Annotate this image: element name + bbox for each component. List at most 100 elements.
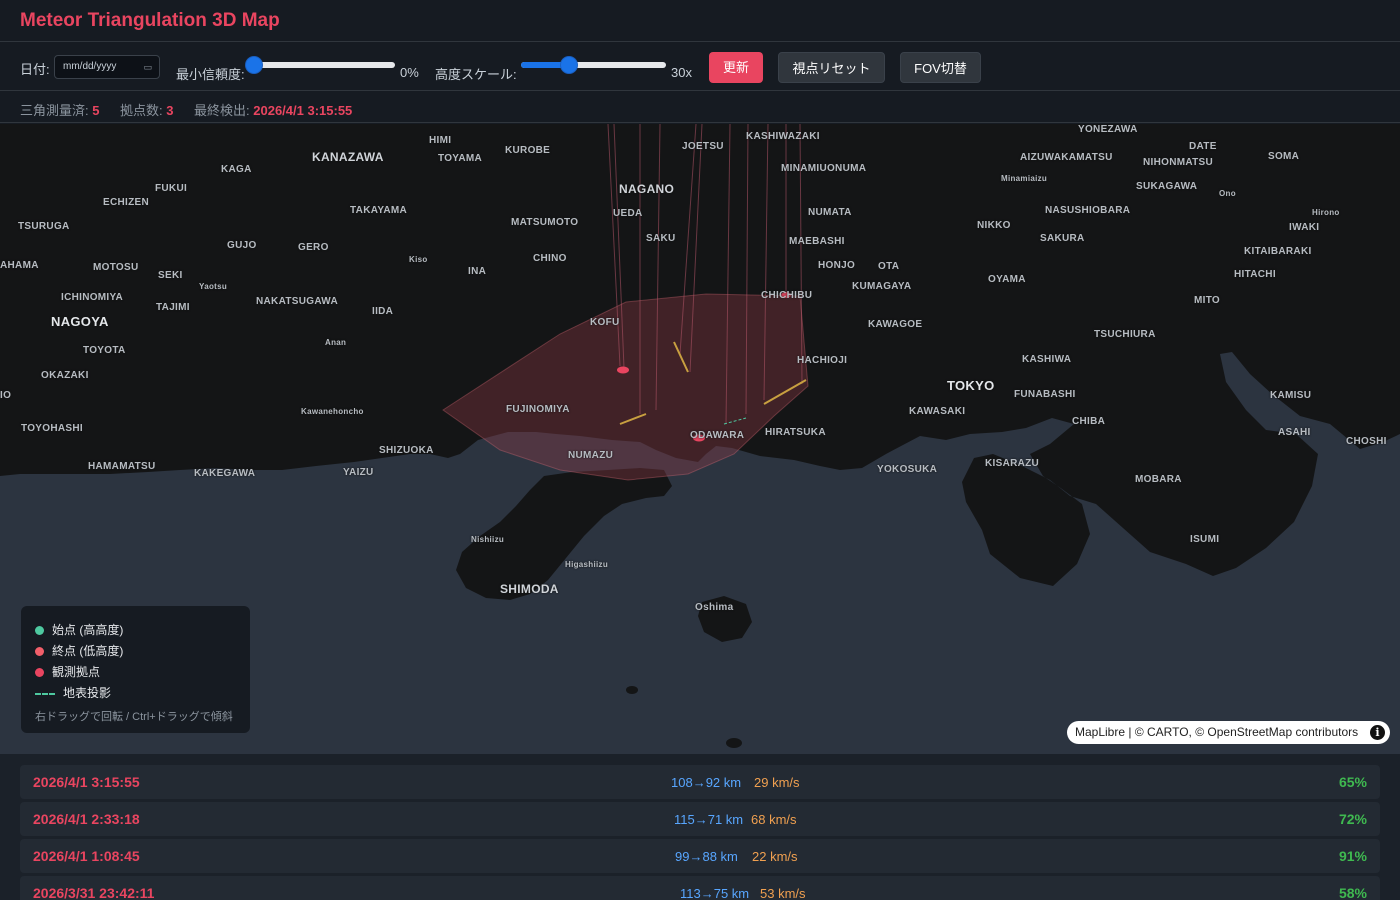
- map-place-label: NUMAZU: [568, 450, 614, 461]
- map-place-label: Ono: [1219, 189, 1236, 198]
- map-place-label: ASAHI: [1278, 427, 1311, 438]
- map-place-label: HONJO: [818, 260, 856, 271]
- land-islet: [726, 738, 742, 748]
- last-detection-time: 2026/4/1 3:15:55: [253, 103, 353, 118]
- legend-projection: 地表投影: [35, 684, 111, 700]
- altitude-scale-slider-thumb[interactable]: [561, 57, 577, 73]
- map-place-label: AIZUWAKAMATSU: [1020, 152, 1113, 163]
- map-place-label: GERO: [298, 242, 329, 253]
- detection-confidence: 65%: [1338, 774, 1367, 790]
- confidence-slider[interactable]: [246, 57, 395, 73]
- confidence-slider-thumb[interactable]: [246, 57, 262, 73]
- map-place-label: Kawanehoncho: [301, 407, 364, 416]
- map-place-label: AHAMA: [0, 260, 39, 271]
- map-place-label: CHINO: [533, 253, 567, 264]
- detection-row[interactable]: 2026/4/1 3:15:55 108→92 km 29 km/s 65%: [20, 765, 1380, 799]
- station-marker[interactable]: [617, 366, 629, 374]
- map-place-label: HACHIOJI: [797, 355, 848, 366]
- map-place-label: MINAMIUONUMA: [781, 163, 867, 174]
- legend-start-label: 始点 (高高度): [52, 623, 124, 637]
- refresh-button[interactable]: 更新: [709, 52, 763, 83]
- detection-row[interactable]: 2026/3/31 23:42:11 113→75 km 53 km/s 58%: [20, 876, 1380, 900]
- map-place-label: FUJINOMIYA: [506, 404, 570, 415]
- map-place-label: SAKURA: [1040, 233, 1085, 244]
- detection-list: 2026/4/1 3:15:55 108→92 km 29 km/s 65% 2026/…: [0, 754, 1400, 900]
- map-place-label: YOKOSUKA: [877, 464, 938, 475]
- detection-row[interactable]: 2026/4/1 2:33:18 115→71 km 68 km/s 72%: [20, 802, 1380, 836]
- map-place-label: TAKAYAMA: [350, 205, 408, 216]
- map-place-label: KOFU: [590, 317, 620, 328]
- map-place-label: ICHINOMIYA: [61, 292, 124, 303]
- map-place-label: OTA: [878, 261, 900, 272]
- map-place-label: Oshima: [695, 602, 734, 613]
- map-place-label: Nishiizu: [471, 535, 505, 544]
- map-place-label: SHIMODA: [500, 582, 559, 596]
- altitude-scale-value: 30x: [671, 65, 692, 80]
- map-place-label: CHICHIBU: [761, 290, 813, 301]
- map-place-label: ODAWARA: [690, 430, 745, 441]
- detection-time: 2026/4/1 1:08:45: [33, 848, 140, 864]
- map-place-label: OKAZAKI: [41, 370, 89, 381]
- map-place-label: IIDA: [372, 306, 394, 317]
- detection-time: 2026/3/31 23:42:11: [33, 885, 155, 900]
- map-place-label: KAKEGAWA: [194, 468, 256, 479]
- map-place-label: KASHIWA: [1022, 354, 1072, 365]
- map-place-label: Kiso: [409, 255, 428, 264]
- map-place-label: NIKKO: [977, 220, 1011, 231]
- map-place-label: KAGA: [221, 164, 252, 175]
- map-legend: 始点 (高高度) 終点 (低高度) 観測拠点 地表投影 右ドラッグで回転 / C…: [21, 606, 250, 733]
- map-place-label: KISARAZU: [985, 458, 1040, 469]
- map-place-label: TOYOTA: [83, 345, 126, 356]
- map-place-label: KANAZAWA: [312, 150, 384, 164]
- legend-end-label: 終点 (低高度): [52, 644, 124, 658]
- detection-confidence: 58%: [1338, 885, 1367, 900]
- date-input[interactable]: mm/dd/yyyy ▭: [54, 55, 160, 79]
- map-place-label: KAWASAKI: [909, 406, 966, 417]
- map-attribution: MapLibre | © CARTO, © OpenStreetMap cont…: [1067, 721, 1390, 744]
- detection-altitude: 108→92 km: [671, 775, 742, 790]
- map-place-label: NAGANO: [619, 182, 675, 196]
- map-place-label: MATSUMOTO: [511, 217, 579, 228]
- map-place-label: TOKYO: [947, 378, 995, 393]
- fov-toggle-button[interactable]: FOV切替: [900, 52, 981, 83]
- stations-stat: 拠点数: 3: [120, 100, 173, 119]
- altitude-scale-slider[interactable]: [521, 57, 666, 73]
- date-placeholder: mm/dd/yyyy: [63, 61, 117, 72]
- calendar-icon[interactable]: ▭: [143, 56, 152, 78]
- altitude-scale-label: 高度スケール:: [435, 67, 517, 82]
- map-place-label: Higashiizu: [565, 560, 609, 569]
- app-title: Meteor Triangulation 3D Map: [20, 10, 280, 31]
- map-place-label: MOTOSU: [93, 262, 139, 273]
- confidence-value: 0%: [400, 65, 419, 80]
- triangulated-label: 三角測量済:: [20, 103, 89, 118]
- attribution-text[interactable]: MapLibre | © CARTO, © OpenStreetMap cont…: [1075, 725, 1358, 739]
- detection-speed: 29 km/s: [754, 775, 800, 790]
- confidence-label: 最小信頼度:: [176, 67, 245, 82]
- detection-confidence: 72%: [1338, 811, 1367, 827]
- map-place-label: HIMI: [429, 135, 452, 146]
- info-icon[interactable]: i: [1370, 725, 1385, 740]
- map-place-label: KUROBE: [505, 145, 551, 156]
- map-place-label: Minamiaizu: [1001, 174, 1048, 183]
- detection-speed: 68 km/s: [751, 812, 797, 827]
- triangulated-count: 5: [92, 103, 100, 118]
- map-canvas[interactable]: KANAZAWA HIMI TOYAMA KUROBE JOETSU KASHIWAZAK…: [0, 124, 1400, 754]
- map-place-label: KITAIBARAKI: [1244, 246, 1312, 257]
- map-place-label: SOMA: [1268, 151, 1300, 162]
- map-place-label: HITACHI: [1234, 269, 1276, 280]
- dashed-line-icon: [35, 692, 55, 695]
- map-place-label: NAKATSUGAWA: [256, 296, 339, 307]
- controls-bar: 日付: mm/dd/yyyy ▭ 最小信頼度: 0% 高度スケール: 30x 更…: [0, 43, 1400, 91]
- triangulated-stat: 三角測量済: 5: [20, 100, 99, 119]
- detection-time: 2026/4/1 3:15:55: [33, 774, 140, 790]
- detection-altitude: 99→88 km: [675, 849, 738, 864]
- map-place-label: TSURUGA: [18, 221, 70, 232]
- reset-view-button[interactable]: 視点リセット: [778, 52, 885, 83]
- detection-speed: 22 km/s: [752, 849, 798, 864]
- map-place-label: YONEZAWA: [1078, 124, 1138, 135]
- last-detection-label: 最終検出:: [194, 103, 250, 118]
- map-place-label: FUNABASHI: [1014, 389, 1076, 400]
- map-place-label: NUMATA: [808, 207, 852, 218]
- detection-row[interactable]: 2026/4/1 1:08:45 99→88 km 22 km/s 91%: [20, 839, 1380, 873]
- map-place-label: KUMAGAYA: [852, 281, 912, 292]
